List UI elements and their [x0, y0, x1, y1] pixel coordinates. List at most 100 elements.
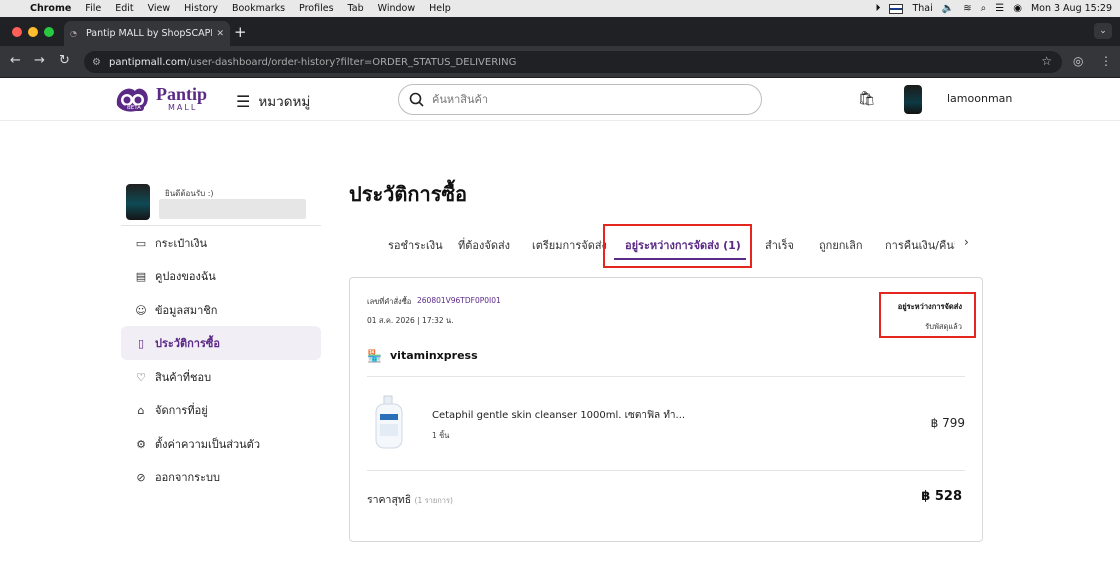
- sidebar-item-label: ข้อมูลสมาชิก: [155, 304, 218, 317]
- menu-window[interactable]: Window: [378, 3, 415, 14]
- total-label: ราคาสุทธิ (1 รายการ): [367, 491, 453, 508]
- menu-help[interactable]: Help: [429, 3, 451, 14]
- bookmark-star-icon[interactable]: ☆: [1041, 54, 1052, 68]
- profile-avatar: [126, 184, 150, 220]
- sidebar-item-label: ตั้งค่าความเป็นส่วนตัว: [155, 438, 261, 451]
- menu-history[interactable]: History: [184, 3, 218, 14]
- product-name[interactable]: Cetaphil gentle skin cleanser 1000ml. เซ…: [432, 408, 685, 423]
- window-zoom-button[interactable]: [44, 27, 54, 37]
- profile-icon[interactable]: ◎: [1073, 54, 1083, 68]
- back-arrow-icon[interactable]: ←: [10, 53, 21, 68]
- macos-menubar: Chrome File Edit View History Bookmarks …: [0, 0, 1120, 17]
- search-input[interactable]: [432, 93, 732, 106]
- volume-icon[interactable]: 🔈: [942, 3, 954, 14]
- sidebar-item-label: ประวัติการซื้อ: [155, 337, 220, 350]
- url-host: pantipmall.com: [108, 56, 187, 68]
- sidebar-item-favorites[interactable]: ♡ สินค้าที่ชอบ: [121, 360, 321, 394]
- tab-refund-return[interactable]: การคืนเงิน/คืนสิ: [885, 236, 955, 254]
- category-menu-button[interactable]: ☰ หมวดหมู่: [236, 90, 310, 112]
- chevron-right-icon[interactable]: ›: [964, 235, 969, 249]
- sidebar-item-label: กระเป๋าเงิน: [155, 237, 208, 250]
- logo-wordmark[interactable]: Pantip: [156, 85, 207, 103]
- sidebar-item-privacy-settings[interactable]: ⚙ ตั้งค่าความเป็นส่วนตัว: [121, 427, 321, 461]
- wallet-icon: ▭: [135, 236, 147, 250]
- highlight-box-status: [879, 292, 976, 338]
- tab-to-ship[interactable]: ที่ต้องจัดส่ง: [458, 236, 510, 254]
- shopping-bag-icon[interactable]: 🛍: [858, 91, 876, 107]
- total-label-text: ราคาสุทธิ: [367, 494, 412, 506]
- menu-app-name[interactable]: Chrome: [30, 3, 71, 14]
- tab-search-chevron-icon[interactable]: ⌄: [1094, 23, 1112, 39]
- total-price: ฿ 528: [921, 489, 962, 504]
- highlight-box-tab: [603, 224, 752, 268]
- favicon-icon: ◔: [70, 28, 77, 38]
- sidebar-item-addresses[interactable]: ⌂ จัดการที่อยู่: [121, 393, 321, 427]
- tab-title: Pantip MALL by ShopSCAPE: [86, 28, 213, 39]
- sidebar-item-label: ออกจากระบบ: [155, 471, 220, 484]
- sidebar-item-logout[interactable]: ⊘ ออกจากระบบ: [121, 460, 321, 494]
- url-path: /user-dashboard/order-history?filter=ORD…: [186, 56, 517, 68]
- sidebar-item-label: จัดการที่อยู่: [155, 404, 208, 417]
- browser-tab-strip: ◔ Pantip MALL by ShopSCAPE ✕ + ⌄: [0, 17, 1120, 46]
- close-tab-icon[interactable]: ✕: [216, 29, 224, 39]
- logo-subtitle: MALL: [168, 103, 198, 112]
- product-quantity: 1 ชิ้น: [432, 431, 450, 440]
- menubar-clock[interactable]: Mon 3 Aug 15:29: [1031, 3, 1112, 14]
- thai-flag-icon[interactable]: [889, 3, 904, 14]
- site-settings-icon[interactable]: ⚙: [92, 57, 101, 68]
- product-image[interactable]: [370, 394, 410, 454]
- order-number[interactable]: 260801V96TDF0P0I01: [417, 296, 501, 305]
- avatar[interactable]: [904, 85, 922, 114]
- menubar-status-area: ⏵ Thai 🔈 ≋ ⌕ ☰ ◉ Mon 3 Aug 15:29: [875, 0, 1112, 17]
- window-close-button[interactable]: [12, 27, 22, 37]
- forward-arrow-icon[interactable]: →: [34, 53, 45, 68]
- browser-tab-active[interactable]: ◔ Pantip MALL by ShopSCAPE ✕: [64, 21, 230, 46]
- menu-bookmarks[interactable]: Bookmarks: [232, 3, 285, 14]
- sidebar-item-label: คูปองของฉัน: [155, 270, 216, 283]
- tab-preparing-shipment[interactable]: เตรียมการจัดส่ง: [532, 236, 607, 254]
- username[interactable]: lamoonman: [947, 92, 1012, 105]
- sidebar-item-label: สินค้าที่ชอบ: [155, 371, 212, 384]
- input-source-label[interactable]: Thai: [912, 3, 932, 14]
- user-icon: ☺: [135, 303, 147, 317]
- redacted-name-bar: [159, 199, 306, 219]
- page-title: ประวัติการซื้อ: [349, 182, 468, 206]
- order-date: 01 ส.ค. 2026 | 17:32 น.: [367, 316, 454, 325]
- spotlight-search-icon[interactable]: ⌕: [981, 3, 987, 14]
- play-icon[interactable]: ⏵: [875, 3, 880, 14]
- menu-profiles[interactable]: Profiles: [299, 3, 334, 14]
- siri-icon[interactable]: ◉: [1013, 3, 1022, 14]
- reload-icon[interactable]: ↻: [59, 53, 70, 68]
- sidebar-item-member-info[interactable]: ☺ ข้อมูลสมาชิก: [121, 293, 321, 327]
- site-header: BETA Pantip MALL ☰ หมวดหมู่ 🛍 lamoonman: [0, 78, 1120, 121]
- sidebar-item-coupons[interactable]: ▤ คูปองของฉัน: [121, 259, 321, 293]
- wifi-icon[interactable]: ≋: [963, 3, 971, 14]
- tab-cancelled[interactable]: ถูกยกเลิก: [819, 236, 863, 254]
- new-tab-plus-icon[interactable]: +: [234, 23, 247, 41]
- window-minimize-button[interactable]: [28, 27, 38, 37]
- category-label: หมวดหมู่: [258, 94, 311, 110]
- sidebar-item-order-history[interactable]: ▯ ประวัติการซื้อ: [121, 326, 321, 360]
- hamburger-icon: ☰: [236, 91, 251, 111]
- search-icon[interactable]: [409, 92, 424, 107]
- menu-view[interactable]: View: [148, 3, 171, 14]
- menu-tab[interactable]: Tab: [348, 3, 364, 14]
- address-bar[interactable]: ⚙ pantipmall.com/user-dashboard/order-hi…: [84, 51, 1062, 73]
- gear-icon: ⚙: [136, 437, 146, 451]
- heart-icon: ♡: [136, 370, 146, 384]
- total-item-count: (1 รายการ): [414, 496, 453, 505]
- tab-awaiting-payment[interactable]: รอชำระเงิน: [388, 236, 443, 254]
- tab-completed[interactable]: สำเร็จ: [765, 236, 794, 254]
- shop-name[interactable]: vitaminxpress: [390, 349, 478, 362]
- menu-edit[interactable]: Edit: [115, 3, 133, 14]
- control-center-icon[interactable]: ☰: [995, 3, 1004, 14]
- browser-menu-icon[interactable]: ⋮: [1100, 54, 1112, 68]
- beta-badge: BETA: [124, 105, 144, 111]
- menu-file[interactable]: File: [85, 3, 101, 14]
- home-icon: ⌂: [137, 403, 145, 417]
- sidebar-item-wallet[interactable]: ▭ กระเป๋าเงิน: [121, 226, 321, 260]
- browser-toolbar: ← → ↻ ⚙ pantipmall.com/user-dashboard/or…: [0, 46, 1120, 78]
- search-box[interactable]: [398, 84, 762, 115]
- coupon-icon: ▤: [135, 269, 147, 283]
- logout-icon: ⊘: [136, 470, 146, 484]
